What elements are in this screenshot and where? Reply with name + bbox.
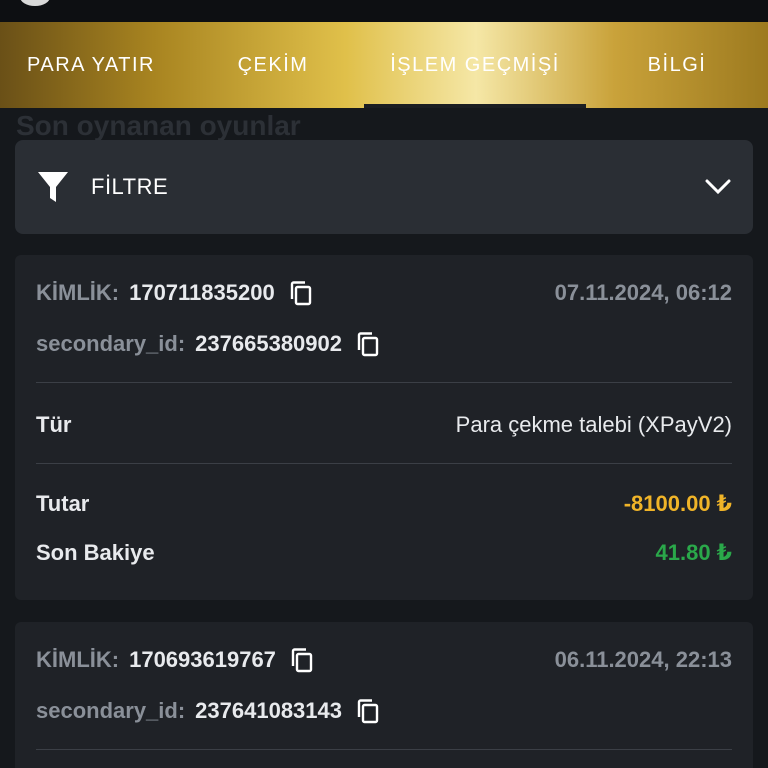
copy-icon[interactable]: [356, 698, 380, 724]
tab-bar: PARA YATIR ÇEKİM İŞLEM GEÇMİŞİ BİLGİ: [0, 22, 768, 108]
secondary-id-value: 237665380902: [195, 330, 342, 356]
avatar[interactable]: [20, 0, 50, 6]
amount-value: -8100.00 ₺: [623, 491, 732, 516]
balance-label: Son Bakiye: [36, 540, 155, 565]
divider: [36, 749, 732, 750]
transaction-card: KİMLİK: 170711835200 07.11.2024, 06:12 s…: [15, 255, 753, 600]
copy-icon[interactable]: [356, 331, 380, 357]
type-value: Para çekme talebi (XPayV2): [455, 412, 732, 437]
secondary-id-label: secondary_id:: [36, 697, 186, 723]
funnel-icon: [38, 172, 68, 202]
secondary-id-label: secondary_id:: [36, 330, 186, 356]
copy-icon[interactable]: [289, 280, 313, 306]
tab-info[interactable]: BİLGİ: [586, 22, 768, 108]
secondary-id-value: 237641083143: [195, 697, 342, 723]
filter-label: FİLTRE: [91, 174, 169, 199]
filter-toggle[interactable]: FİLTRE: [15, 140, 753, 234]
id-label: KİMLİK:: [36, 280, 120, 305]
background-section-title: Son oynanan oyunlar: [16, 110, 301, 141]
tab-withdraw[interactable]: ÇEKİM: [182, 22, 364, 108]
tab-transaction-history[interactable]: İŞLEM GEÇMİŞİ: [364, 22, 586, 108]
transaction-date: 07.11.2024, 06:12: [554, 280, 732, 305]
tab-deposit[interactable]: PARA YATIR: [0, 22, 182, 108]
copy-icon[interactable]: [290, 647, 314, 673]
id-value: 170711835200: [129, 280, 275, 305]
amount-label: Tutar: [36, 491, 90, 516]
chevron-down-icon: [705, 179, 731, 195]
id-label: KİMLİK:: [36, 647, 120, 672]
id-value: 170693619767: [129, 647, 276, 672]
top-status-strip: [0, 0, 768, 22]
balance-value: 41.80 ₺: [655, 540, 732, 565]
type-label: Tür: [36, 412, 72, 437]
transaction-card: KİMLİK: 170693619767 06.11.2024, 22:13 s…: [15, 622, 753, 768]
transaction-date: 06.11.2024, 22:13: [554, 647, 732, 672]
